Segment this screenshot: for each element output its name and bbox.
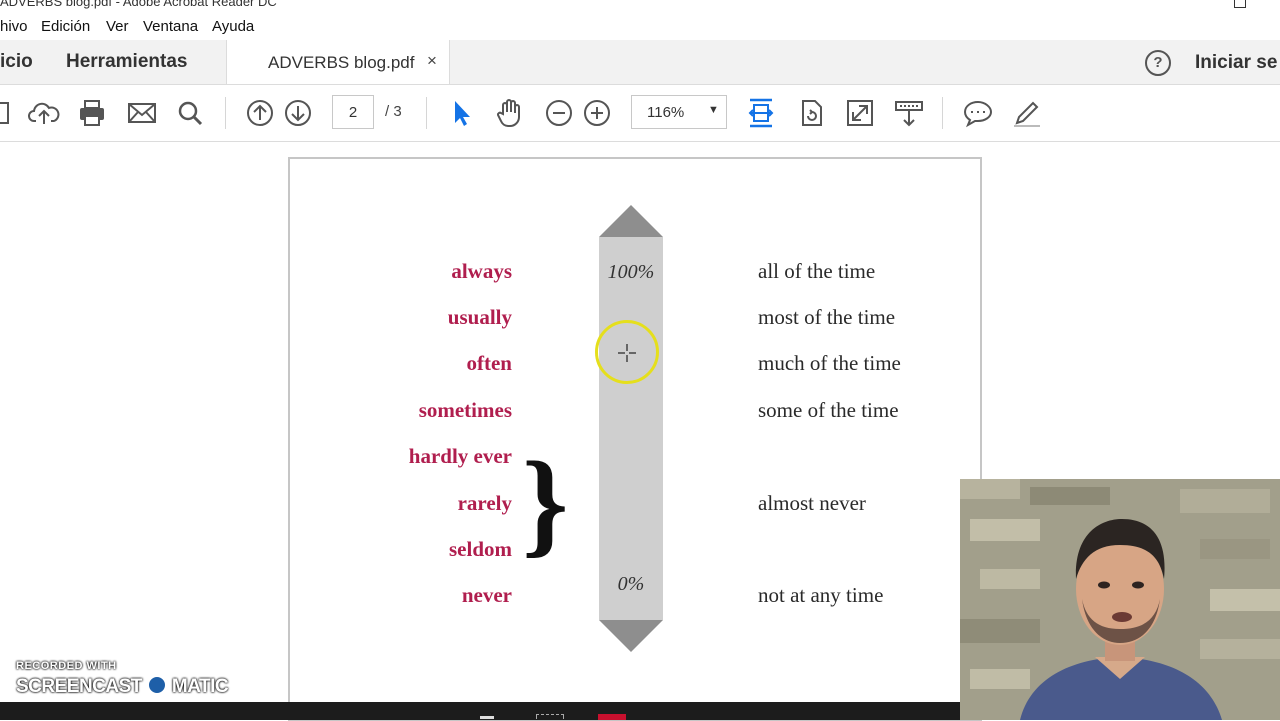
upload-cloud-icon[interactable]: [28, 97, 60, 129]
toolbar: / 3 116% ▼: [0, 85, 1280, 142]
menu-bar: hivo Edición Ver Ventana Ayuda: [0, 12, 1280, 40]
crosshair-cursor-icon: [618, 344, 636, 362]
email-icon[interactable]: [126, 97, 158, 129]
toolbar-separator: [942, 97, 943, 129]
taskbar-app-icon[interactable]: [480, 716, 494, 719]
scroll-mode-icon[interactable]: [893, 97, 925, 129]
meaning-almost-never: almost never: [758, 491, 866, 515]
recording-watermark: RECORDED WITH SCREENCAST MATIC: [16, 660, 229, 698]
title-bar: ADVERBS blog.pdf - Adobe Acrobat Reader …: [0, 0, 1280, 12]
adverb-usually: usually: [447, 305, 512, 329]
window-title: ADVERBS blog.pdf - Adobe Acrobat Reader …: [0, 0, 277, 9]
highlight-pen-icon[interactable]: [1011, 97, 1043, 129]
adverb-often: often: [466, 351, 513, 375]
comment-icon[interactable]: [962, 97, 994, 129]
search-icon[interactable]: [174, 97, 206, 129]
tab-bar: icio Herramientas ADVERBS blog.pdf × ? I…: [0, 40, 1280, 85]
adverb-seldom: seldom: [449, 537, 512, 561]
meaning-not-at-any-time: not at any time: [758, 583, 884, 607]
zoom-out-icon[interactable]: [543, 97, 575, 129]
zoom-level-value: 116%: [647, 104, 685, 121]
menu-ayuda[interactable]: Ayuda: [212, 18, 254, 35]
toolbar-separator: [225, 97, 226, 129]
watermark-logo-icon: [145, 674, 168, 696]
grouping-brace: }: [522, 437, 569, 568]
save-icon[interactable]: [0, 97, 14, 129]
watermark-recorded-with: RECORDED WITH: [16, 660, 117, 672]
restore-window-icon[interactable]: [1234, 0, 1246, 8]
scale-top-label: 100%: [607, 261, 655, 283]
meaning-much-of-the-time: much of the time: [758, 351, 901, 375]
webcam-overlay: [960, 479, 1280, 720]
scale-bottom-label: 0%: [617, 573, 645, 595]
rotate-page-icon[interactable]: [795, 97, 827, 129]
chevron-down-icon: ▼: [708, 104, 719, 116]
taskbar-app-icon[interactable]: [536, 714, 564, 719]
meaning-some-of-the-time: some of the time: [758, 398, 899, 422]
tab-document-label: ADVERBS blog.pdf: [268, 53, 415, 72]
menu-ventana[interactable]: Ventana: [143, 18, 198, 35]
next-page-icon[interactable]: [282, 97, 314, 129]
tab-home[interactable]: icio: [0, 51, 33, 73]
pdf-page: 100% 0% always usually often sometimes h…: [288, 157, 982, 721]
previous-page-icon[interactable]: [244, 97, 276, 129]
tab-tools[interactable]: Herramientas: [66, 51, 187, 73]
zoom-in-icon[interactable]: [581, 97, 613, 129]
fit-width-icon[interactable]: [745, 97, 777, 129]
toolbar-separator: [426, 97, 427, 129]
watermark-brand-part-2: MATIC: [171, 676, 229, 697]
watermark-brand-part-1: SCREENCAST: [16, 676, 142, 697]
page-number-input[interactable]: [332, 95, 374, 129]
adverb-rarely: rarely: [457, 491, 512, 515]
zoom-level-select[interactable]: 116% ▼: [631, 95, 727, 129]
adverb-never: never: [461, 583, 512, 607]
watermark-brand: SCREENCAST MATIC: [16, 674, 229, 698]
print-icon[interactable]: [76, 97, 108, 129]
adverb-always: always: [451, 259, 512, 283]
tab-document[interactable]: ADVERBS blog.pdf ×: [226, 40, 450, 84]
sign-in-button[interactable]: Iniciar se: [1195, 52, 1277, 74]
scale-down-arrow: [599, 620, 663, 652]
adverb-sometimes: sometimes: [418, 398, 512, 422]
taskbar: [0, 702, 960, 720]
select-cursor-icon[interactable]: [446, 97, 478, 129]
help-icon[interactable]: ?: [1145, 50, 1171, 76]
meaning-all-of-the-time: all of the time: [758, 259, 876, 283]
page-total: / 3: [385, 103, 402, 120]
menu-edicion[interactable]: Edición: [41, 18, 90, 35]
presenter-video-image: [960, 479, 1280, 720]
menu-ver[interactable]: Ver: [106, 18, 129, 35]
close-tab-icon[interactable]: ×: [427, 51, 437, 71]
menu-archivo[interactable]: hivo: [0, 18, 28, 35]
scale-bar-body: [599, 237, 663, 620]
scale-up-arrow: [599, 205, 663, 237]
meaning-most-of-the-time: most of the time: [758, 305, 896, 329]
hand-tool-icon[interactable]: [494, 97, 526, 129]
full-screen-icon[interactable]: [844, 97, 876, 129]
adverb-hardly-ever: hardly ever: [408, 444, 512, 468]
taskbar-acrobat-icon[interactable]: [598, 714, 626, 720]
